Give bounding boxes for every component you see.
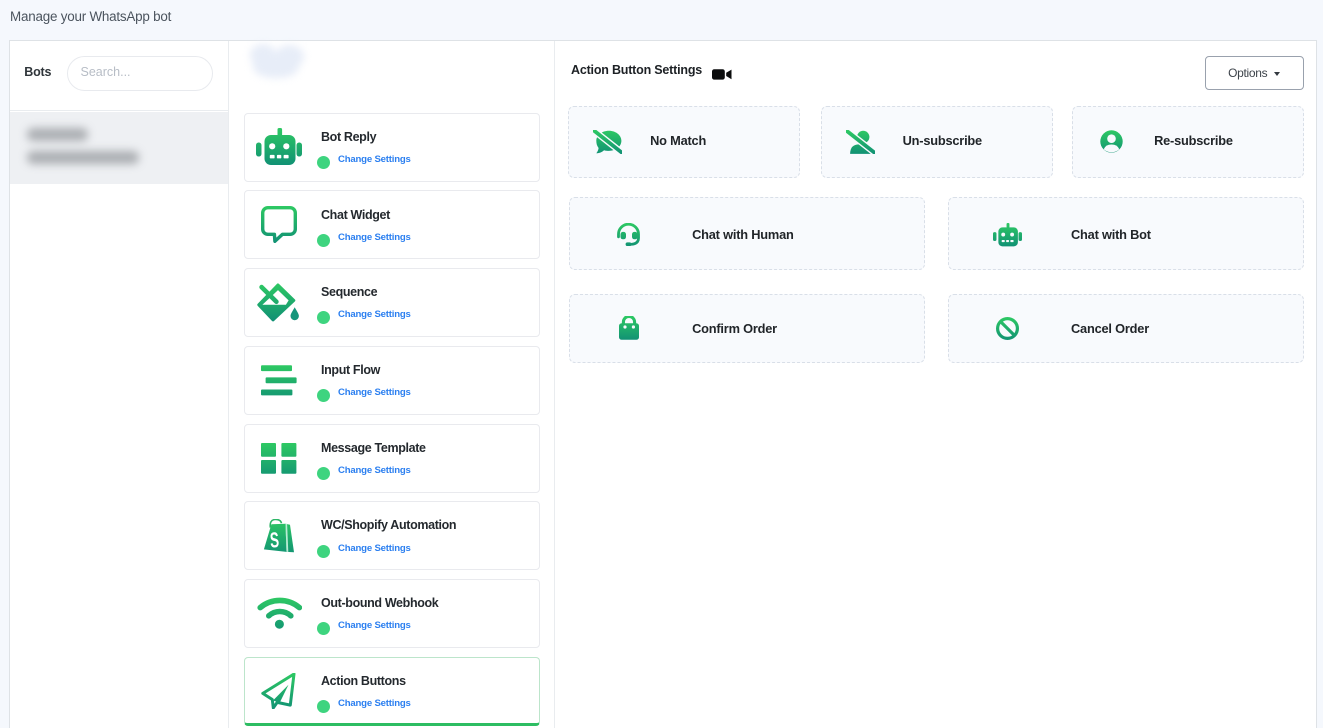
svg-text:S: S (269, 528, 280, 553)
